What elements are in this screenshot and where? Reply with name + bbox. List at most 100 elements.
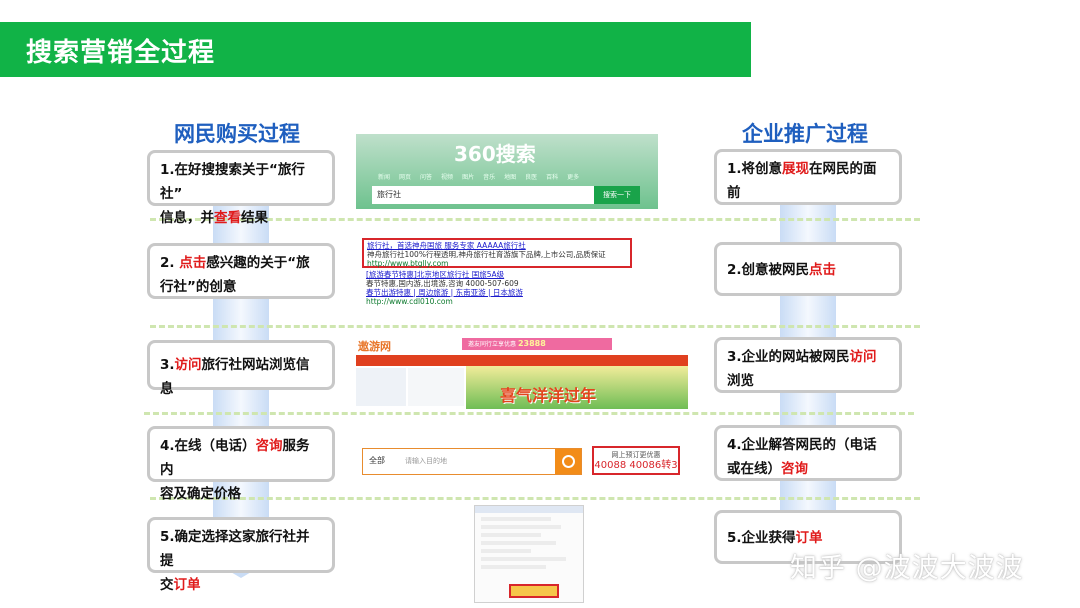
banner-text: 喜气洋洋过年 — [500, 386, 597, 405]
hotline-number: 40088 40086转3 — [594, 460, 678, 471]
business-step-2: 2.创意被网民点击 — [714, 242, 902, 296]
step-text-line: 交订单 — [160, 573, 322, 597]
site-sidebar — [356, 368, 406, 406]
search-nav-item[interactable]: 问答 — [420, 174, 432, 181]
order-form-header — [475, 506, 583, 513]
site-banner: 喜气洋洋过年 — [466, 366, 688, 409]
ad-url: http://www.btglly.com — [367, 259, 449, 268]
business-step-3: 3.企业的网站被网民访问浏览 — [714, 337, 902, 393]
search-engine-screenshot: 360搜索 新闻 网页 问答 视频 图片 音乐 地图 良医 百科 更多 旅行社 搜索一下 — [356, 134, 658, 209]
buyer-step-4: 4.在线（电话）咨询服务内 容及确定价格 — [147, 426, 335, 502]
buyer-process-heading: 网民购买过程 — [174, 122, 300, 146]
step-text: 浏览 — [727, 373, 754, 389]
stage-divider — [144, 412, 914, 415]
step-text-line: 3.企业的网站被网民访问 — [727, 345, 889, 369]
title-bar: 搜索营销全过程 — [0, 22, 751, 77]
watermark: 知乎 @波波大波波 — [790, 553, 1024, 584]
buyer-step-5: 5.确定选择这家旅行社并提交订单 — [147, 517, 335, 593]
page-title: 搜索营销全过程 — [26, 38, 216, 68]
step-text-line: 2.创意被网民点击 — [727, 258, 889, 282]
site-logo: 遨游网 — [358, 340, 391, 353]
step-text-line: 容及确定价格 — [160, 482, 322, 506]
search-nav-item[interactable]: 音乐 — [483, 174, 495, 181]
search-nav-item[interactable]: 网页 — [399, 174, 411, 181]
step-text-line: 4.企业解答网民的（电话 — [727, 433, 889, 457]
step-text-line: 2. 点击感兴趣的关于“旅 — [160, 251, 322, 275]
step-text: 感兴趣的关于“旅 — [206, 255, 310, 271]
result-title[interactable]: [旅游春节特惠]北京地区旅行社 国旅5A级 — [366, 270, 523, 279]
site-search-form — [408, 368, 464, 406]
highlight-keyword: 展现 — [782, 161, 810, 177]
promo-banner: 邀友同行立享优惠 23888 — [462, 338, 612, 350]
step-text: 前 — [727, 185, 741, 201]
highlight-keyword: 订单 — [173, 577, 201, 593]
result-url: http://www.cdl010.com — [366, 297, 453, 306]
step-text: 3. — [160, 357, 175, 373]
promo-price: 23888 — [517, 339, 546, 348]
highlight-keyword: 点击 — [179, 255, 207, 271]
result-sitelinks[interactable]: 春节出游特惠 | 周边旅游 | 东南亚游 | 日本旅游 — [366, 288, 523, 297]
site-menu-bar — [356, 355, 688, 366]
ad-title[interactable]: 旅行社，首选神舟国旅 服务专家 AAAAA旅行社 — [367, 241, 627, 250]
step-text: 5.确定选择这家旅行社并提 — [160, 529, 310, 569]
step-text: 1.将创意 — [727, 161, 783, 177]
step-text: 4.企业解答网民的（电话 — [727, 437, 877, 453]
search-nav-item[interactable]: 良医 — [525, 174, 537, 181]
promo-text: 邀友同行立享优惠 — [468, 341, 517, 348]
scope-select[interactable]: 全部 — [369, 455, 385, 466]
search-nav-item[interactable]: 更多 — [567, 174, 579, 181]
step-text-line: 4.在线（电话）咨询服务内 — [160, 434, 322, 482]
step-text-line: 前 — [727, 181, 889, 205]
search-nav: 新闻 网页 问答 视频 图片 音乐 地图 良医 百科 更多 — [378, 172, 588, 181]
search-logo: 360搜索 — [454, 142, 536, 166]
ad-description: 神舟旅行社100%行程透明,神舟旅行社育游旗下品牌,上市公司,品质保证 — [367, 250, 606, 259]
search-nav-item[interactable]: 视频 — [441, 174, 453, 181]
step-text: 2. — [160, 255, 180, 271]
step-text-line: 浏览 — [727, 369, 889, 393]
business-process-heading: 企业推广过程 — [742, 122, 868, 146]
step-text-line: 1.将创意展现在网民的面 — [727, 157, 889, 181]
step-text-line: 3.访问旅行社网站浏览信息 — [160, 353, 322, 401]
ad-result[interactable]: 旅行社，首选神舟国旅 服务专家 AAAAA旅行社 神舟旅行社100%行程透明,神… — [362, 238, 632, 268]
hotline-box: 网上预订更优惠 40088 40086转3 — [592, 446, 680, 475]
step-text: 或在线） — [727, 461, 781, 477]
business-step-1: 1.将创意展现在网民的面前 — [714, 149, 902, 205]
highlight-keyword: 咨询 — [255, 438, 283, 454]
highlight-keyword: 订单 — [795, 530, 823, 546]
destination-input[interactable]: 请输入目的地 — [405, 456, 447, 466]
destination-search-screenshot: 全部 请输入目的地 — [362, 448, 582, 475]
step-text-line: 5.确定选择这家旅行社并提 — [160, 525, 322, 573]
highlight-keyword: 查看 — [214, 210, 241, 226]
search-nav-item[interactable]: 图片 — [462, 174, 474, 181]
search-nav-item[interactable]: 地图 — [504, 174, 516, 181]
step-text: 2.创意被网民 — [727, 262, 810, 278]
search-nav-item[interactable]: 百科 — [546, 174, 558, 181]
search-results-screenshot: 旅行社，首选神舟国旅 服务专家 AAAAA旅行社 神舟旅行社100%行程透明,神… — [362, 238, 632, 306]
search-nav-item[interactable]: 新闻 — [378, 174, 390, 181]
highlight-keyword: 访问 — [174, 357, 202, 373]
result-description: 春节特惠,国内游,出境游,咨询 4000-507-609 — [366, 279, 519, 288]
buyer-step-2: 2. 点击感兴趣的关于“旅行社”的创意 — [147, 243, 335, 299]
step-text-line: 信息，并查看结果 — [160, 206, 322, 230]
search-icon[interactable] — [555, 449, 581, 474]
highlight-keyword: 访问 — [849, 349, 877, 365]
search-button[interactable]: 搜索一下 — [594, 186, 640, 204]
step-text: 信息，并 — [160, 210, 214, 226]
step-text-line: 1.在好搜搜索关于“旅行社” — [160, 158, 322, 206]
search-input[interactable]: 旅行社 — [372, 186, 594, 204]
step-text: 4.在线（电话） — [160, 438, 256, 454]
hotline-label: 网上预订更优惠 — [611, 451, 661, 459]
step-text: 交 — [160, 577, 174, 593]
buyer-step-1: 1.在好搜搜索关于“旅行社” 信息，并查看结果 — [147, 150, 335, 226]
organic-result[interactable]: [旅游春节特惠]北京地区旅行社 国旅5A级 春节特惠,国内游,出境游,咨询 40… — [366, 270, 523, 306]
submit-order-button[interactable] — [509, 584, 559, 598]
step-text: 行社”的创意 — [160, 279, 237, 295]
buyer-step-3: 3.访问旅行社网站浏览信息 — [147, 340, 335, 397]
step-text: 结果 — [241, 210, 268, 226]
order-form-screenshot — [474, 505, 584, 603]
highlight-keyword: 咨询 — [781, 461, 808, 477]
step-text-line: 或在线）咨询 — [727, 457, 889, 481]
highlight-keyword: 点击 — [809, 262, 837, 278]
step-text: 3.企业的网站被网民 — [727, 349, 850, 365]
step-text-line: 行社”的创意 — [160, 275, 322, 299]
